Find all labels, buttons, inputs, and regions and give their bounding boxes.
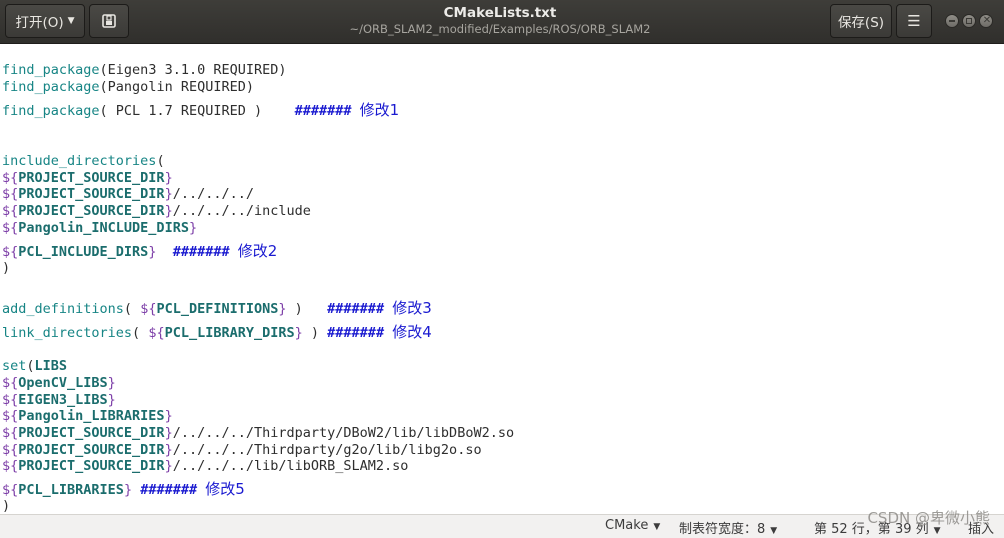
window-subtitle-path: ~/ORB_SLAM2_modified/Examples/ROS/ORB_SL… (349, 22, 651, 36)
header-bar: 打开(O) ▼ CMakeLists.txt ~/ORB_SLAM2_modif… (0, 0, 1004, 44)
minimize-icon (949, 20, 955, 22)
code-line: ${PROJECT_SOURCE_DIR}/../../../Thirdpart… (2, 425, 515, 441)
chevron-down-icon: ▼ (653, 522, 661, 532)
code-line: find_package(Eigen3 3.1.0 REQUIRED) (2, 62, 287, 78)
code-line: ${PROJECT_SOURCE_DIR} (2, 170, 173, 186)
code-line: ${PCL_LIBRARIES} ####### 修改5 (2, 480, 245, 498)
maximize-icon (966, 18, 972, 24)
code-line: ${Pangolin_LIBRARIES} (2, 408, 173, 424)
code-line: ) (2, 498, 11, 514)
code-line: ${EIGEN3_LIBS} (2, 392, 116, 408)
maximize-window-button[interactable] (962, 14, 976, 28)
code-line: find_package( PCL 1.7 REQUIRED ) #######… (2, 101, 400, 119)
chevron-down-icon: ▼ (67, 16, 75, 26)
close-icon: ✕ (982, 15, 992, 26)
code-line: ) (2, 260, 11, 276)
code-line: set(LIBS (2, 358, 68, 374)
code-line: link_directories( ${PCL_LIBRARY_DIRS} ) … (2, 323, 432, 341)
code-line: ${Pangolin_INCLUDE_DIRS} (2, 220, 198, 236)
code-line: ${PROJECT_SOURCE_DIR}/../../../Thirdpart… (2, 442, 482, 458)
code-line: ${PCL_INCLUDE_DIRS} ####### 修改2 (2, 242, 278, 260)
code-line: add_definitions( ${PCL_DEFINITIONS} ) ##… (2, 299, 432, 317)
text-editor-area[interactable]: find_package(Eigen3 3.1.0 REQUIRED) find… (0, 44, 1004, 514)
code-line: ${PROJECT_SOURCE_DIR}/../../../lib/libOR… (2, 458, 409, 474)
code-line: ${OpenCV_LIBS} (2, 375, 116, 391)
save-button[interactable]: 保存(S) (830, 4, 892, 38)
hamburger-menu-icon: ☰ (907, 12, 921, 30)
minimize-window-button[interactable] (945, 14, 959, 28)
open-button[interactable]: 打开(O) ▼ (5, 4, 85, 38)
language-label: CMake (605, 518, 649, 533)
menu-button[interactable]: ☰ (896, 4, 932, 38)
tab-width-selector[interactable]: 制表符宽度：8 ▼ (679, 518, 777, 537)
code-line: ${PROJECT_SOURCE_DIR}/../../../include (2, 203, 311, 219)
window-title: CMakeLists.txt (443, 5, 557, 21)
recent-documents-button[interactable] (89, 4, 129, 38)
tab-width-label: 制表符宽度：8 (679, 522, 766, 537)
document-history-icon (102, 14, 116, 28)
close-window-button[interactable]: ✕ (979, 14, 993, 28)
watermark: CSDN @卑微小熊 (867, 509, 990, 527)
language-selector[interactable]: CMake ▼ (605, 518, 660, 533)
window-title-area: CMakeLists.txt ~/ORB_SLAM2_modified/Exam… (300, 5, 700, 37)
code-line: ${PROJECT_SOURCE_DIR}/../../../ (2, 186, 254, 202)
code-line: include_directories( (2, 153, 165, 169)
status-bar: CMake ▼ 制表符宽度：8 ▼ 第 52 行，第 39 列 ▼ 插入 (0, 514, 1004, 538)
chevron-down-icon: ▼ (770, 526, 778, 536)
open-button-label: 打开(O) (15, 15, 64, 31)
code-line: find_package(Pangolin REQUIRED) (2, 79, 254, 95)
